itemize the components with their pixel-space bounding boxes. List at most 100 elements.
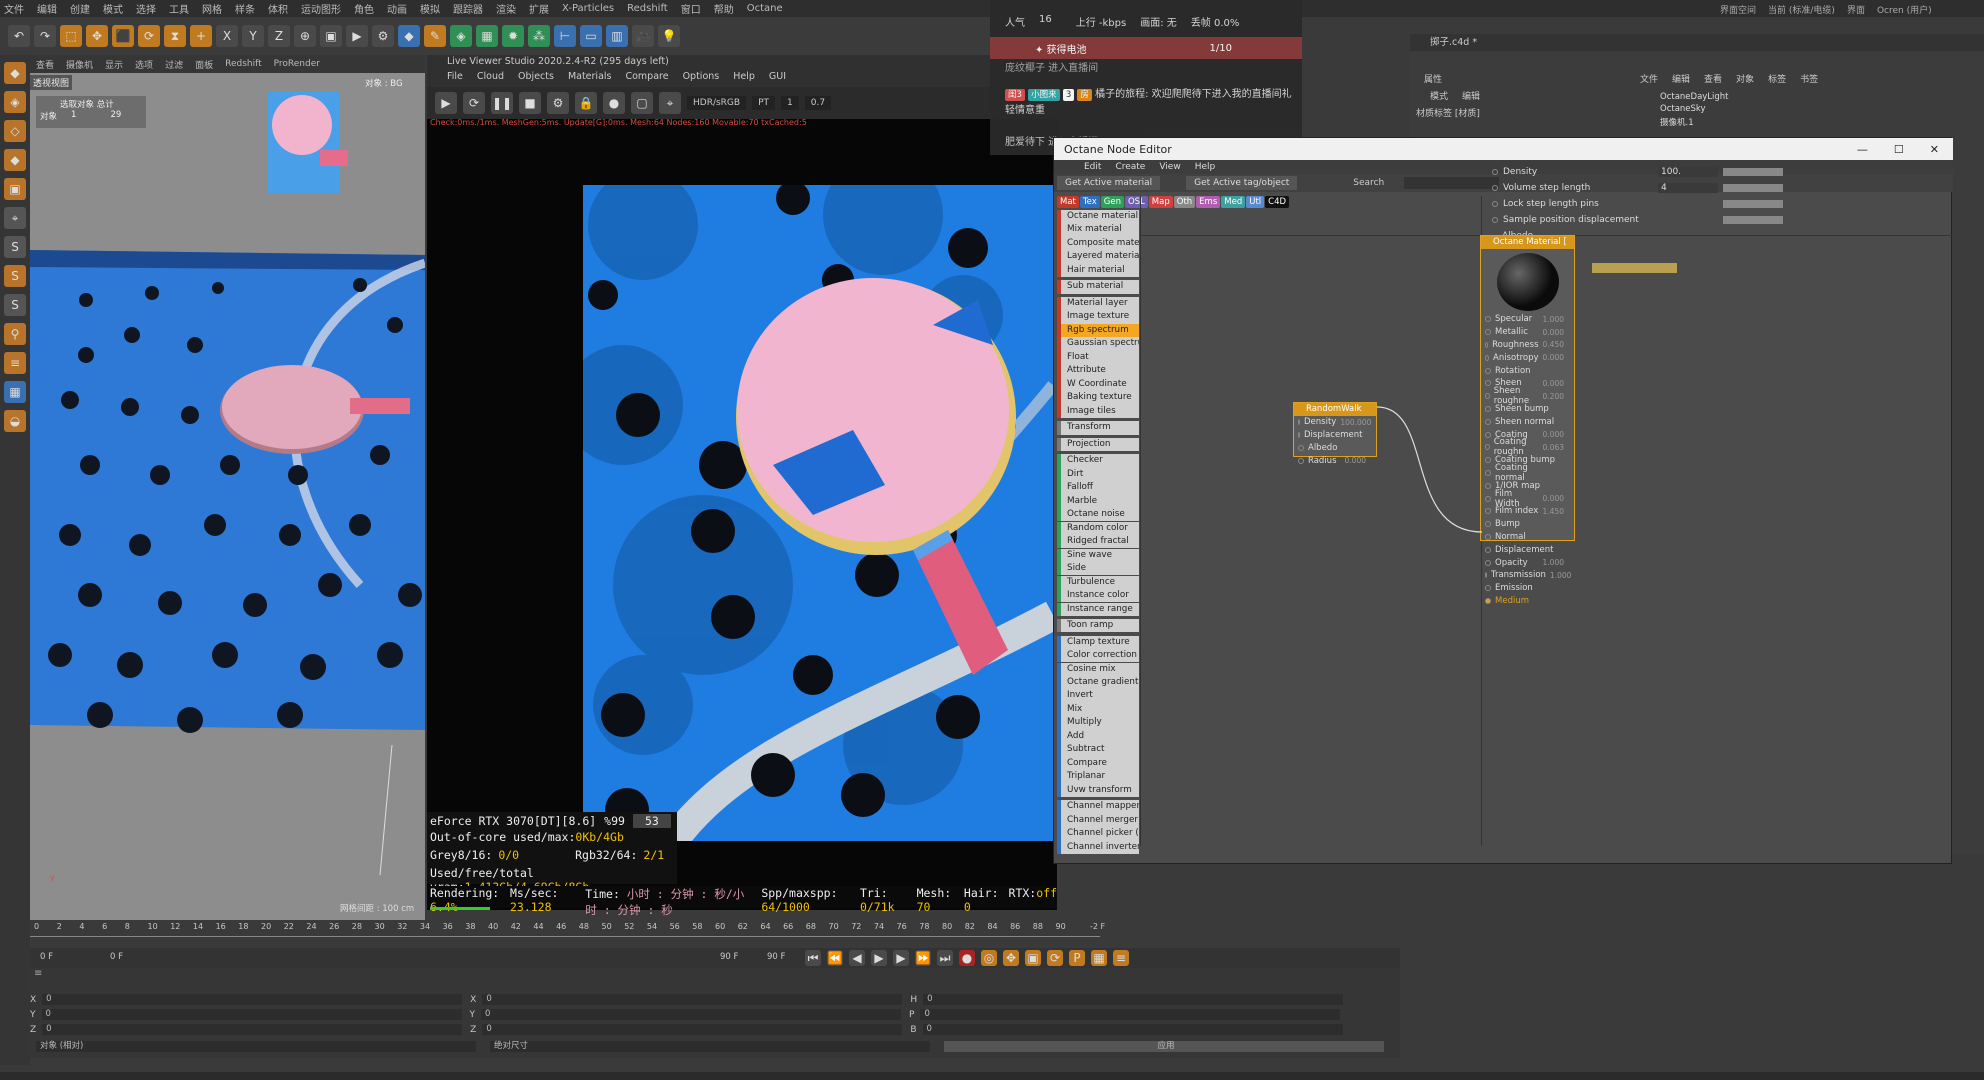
node-pin[interactable]: Anisotropy 0.000 xyxy=(1481,351,1574,364)
light-icon[interactable]: 💡 xyxy=(658,25,680,47)
node-list-item[interactable]: Ridged fractal xyxy=(1057,535,1139,549)
menu-item[interactable]: 体积 xyxy=(268,1,288,16)
pin-dot-icon[interactable] xyxy=(1485,457,1491,464)
octane-material-node[interactable]: Octane Material [ Specular 1.000 Metallic 0… xyxy=(1480,235,1575,606)
category-tab[interactable]: Mat xyxy=(1057,196,1079,208)
lv-menu-item[interactable]: Help xyxy=(733,71,755,86)
menu-item[interactable]: 运动图形 xyxy=(301,1,341,16)
pin-dot-icon[interactable] xyxy=(1485,354,1490,361)
menu-item[interactable]: 窗口 xyxy=(681,1,701,16)
bias-slider[interactable] xyxy=(1591,263,1677,273)
lv-lock-icon[interactable]: 🔒 xyxy=(575,92,597,114)
coord-icon[interactable]: ⊕ xyxy=(294,25,316,47)
lv-stop-icon[interactable]: ■ xyxy=(519,92,541,114)
pin-dot-icon[interactable] xyxy=(1485,572,1487,579)
pin-dot-icon[interactable] xyxy=(1485,559,1491,566)
node-prop-row[interactable]: Lock step length pins xyxy=(1492,196,1952,212)
node-pin[interactable]: Film index 1.450 xyxy=(1481,505,1574,518)
close-icon[interactable]: ✕ xyxy=(1930,143,1939,156)
z-axis-icon[interactable]: Z xyxy=(268,25,290,47)
get-active-material-button[interactable]: Get Active material xyxy=(1057,176,1161,190)
pin-dot-icon[interactable] xyxy=(1485,495,1491,502)
om-tab[interactable]: 编辑 xyxy=(1672,72,1690,85)
node-pin[interactable]: Specular 1.000 xyxy=(1481,313,1574,326)
frame-start[interactable]: 0 F xyxy=(40,952,53,962)
pin-dot-icon[interactable] xyxy=(1298,432,1300,439)
floor-icon[interactable]: ▭ xyxy=(580,25,602,47)
snap-icon[interactable]: ⌖ xyxy=(4,207,26,229)
node-list-item[interactable]: Cosine mix xyxy=(1057,662,1139,676)
node-list-item[interactable]: Baking texture xyxy=(1057,391,1139,405)
node-prop-row[interactable]: Sample position displacement xyxy=(1492,212,1952,228)
node-list-item[interactable]: Material layer xyxy=(1057,296,1139,311)
node-list-item[interactable]: Transform xyxy=(1057,421,1139,435)
lv-pick-icon[interactable]: ⌖ xyxy=(659,92,681,114)
pin-dot-icon[interactable] xyxy=(1485,431,1491,438)
coord-value[interactable]: 0 xyxy=(482,994,903,1005)
node-list-item[interactable]: Composite materia xyxy=(1057,236,1139,251)
node-list-item[interactable]: Layered material xyxy=(1057,250,1139,264)
node-pin[interactable]: Sheen roughne 0.200 xyxy=(1481,386,1574,406)
node-pin[interactable]: Albedo xyxy=(1294,442,1376,455)
node-list-item[interactable]: Clamp texture xyxy=(1057,635,1139,649)
om-tab[interactable]: 查看 xyxy=(1704,72,1722,85)
pin-dot-icon[interactable] xyxy=(1485,393,1490,400)
coord-value[interactable]: 0 xyxy=(923,994,1344,1005)
node-prop-row[interactable]: Density 100. xyxy=(1492,164,1952,180)
mesh-tool-icon[interactable]: ◈ xyxy=(4,91,26,113)
lv-menu-item[interactable]: GUI xyxy=(769,71,786,86)
grid-tool-icon[interactable]: ▦ xyxy=(4,381,26,403)
coord-value[interactable]: 0 xyxy=(42,1024,463,1035)
node-list-item[interactable]: Octane material xyxy=(1057,210,1139,224)
node-list-item[interactable]: Dirt xyxy=(1057,467,1139,482)
go-end-icon[interactable]: ⏭ xyxy=(937,950,953,966)
param-key-icon[interactable]: P xyxy=(1069,950,1085,966)
node-list-item[interactable]: Invert xyxy=(1057,689,1139,703)
lv-menu-item[interactable]: Cloud xyxy=(477,71,504,86)
menu-item[interactable]: Redshift xyxy=(627,3,668,14)
node-list-item[interactable]: Compare xyxy=(1057,756,1139,771)
frame-current[interactable]: 0 F xyxy=(110,952,123,962)
node-list-item[interactable]: Image tiles xyxy=(1057,404,1139,419)
node-list-item[interactable]: Multiply xyxy=(1057,716,1139,730)
anim-dot-icon[interactable] xyxy=(1492,185,1498,191)
coord-value[interactable]: 0 xyxy=(922,1024,1343,1035)
lv-pause-icon[interactable]: ❚❚ xyxy=(491,92,513,114)
node-list-item[interactable]: Add xyxy=(1057,729,1139,744)
node-pin[interactable]: Opacity 1.000 xyxy=(1481,556,1574,569)
node-pin[interactable]: Transmission 1.000 xyxy=(1481,569,1574,582)
node-list-item[interactable]: Mix xyxy=(1057,702,1139,717)
randomwalk-node[interactable]: RandomWalk Density 100.000 Displacement Alb… xyxy=(1293,402,1377,466)
coord-value[interactable]: 0 xyxy=(481,1009,901,1020)
next-key-icon[interactable]: ⏩ xyxy=(915,950,931,966)
s-icon-1[interactable]: S xyxy=(4,236,26,258)
om-tab[interactable]: 书签 xyxy=(1800,72,1818,85)
pen-icon[interactable]: ✎ xyxy=(424,25,446,47)
magnet-icon[interactable]: ⚲ xyxy=(4,323,26,345)
key-icon[interactable]: ◎ xyxy=(981,950,997,966)
lv-zoom[interactable]: 1 xyxy=(781,96,799,110)
category-tab[interactable]: Oth xyxy=(1173,196,1196,208)
coord-size-select[interactable]: 绝对尺寸 xyxy=(490,1041,930,1052)
lv-colorspace[interactable]: HDR/sRGB xyxy=(687,96,747,110)
select-icon[interactable]: ⬚ xyxy=(60,25,82,47)
menu-item[interactable]: 帮助 xyxy=(714,1,734,16)
category-tab[interactable]: Med xyxy=(1221,196,1246,208)
category-tab[interactable]: Tex xyxy=(1079,196,1100,208)
search-input[interactable] xyxy=(1404,177,1500,189)
node-list-item[interactable]: Instance color xyxy=(1057,589,1139,603)
menu-item[interactable]: 跟踪器 xyxy=(453,1,483,16)
pin-dot-icon[interactable] xyxy=(1485,380,1491,387)
anim-dot-icon[interactable] xyxy=(1492,169,1498,175)
layout-item[interactable]: 界面 xyxy=(1847,3,1865,16)
lv-menu-item[interactable]: Objects xyxy=(518,71,554,86)
s-icon-3[interactable]: S xyxy=(4,294,26,316)
stripe-icon[interactable]: ≡ xyxy=(4,352,26,374)
node-list-item[interactable]: Octane gradient xyxy=(1057,675,1139,690)
node-list-item[interactable]: Channel picker (E xyxy=(1057,827,1139,841)
pin-dot-icon[interactable] xyxy=(1485,418,1491,425)
cube-tool-icon[interactable]: ◆ xyxy=(4,62,26,84)
category-tab[interactable]: Utl xyxy=(1246,196,1265,208)
ne-menu-item[interactable]: View xyxy=(1159,162,1180,172)
node-list-item[interactable]: Marble xyxy=(1057,494,1139,508)
